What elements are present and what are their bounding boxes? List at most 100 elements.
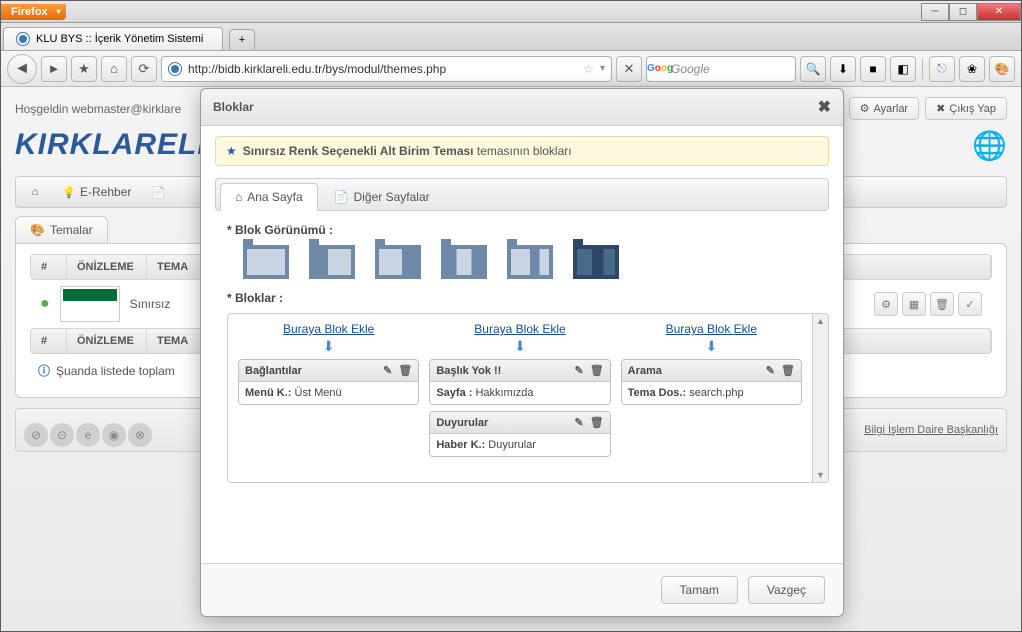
browser-icon-4[interactable]: ◉ — [102, 423, 126, 447]
back-button[interactable]: ◄ — [7, 54, 37, 84]
stop-button[interactable]: ✕ — [616, 56, 642, 82]
browser-icon-2[interactable]: ⊙ — [50, 423, 74, 447]
layout-opt-4[interactable] — [441, 245, 487, 279]
dialog-title: Bloklar — [213, 100, 254, 114]
search-button[interactable]: 🔍 — [800, 56, 826, 82]
site-logo: KIRKLARELİ — [15, 128, 207, 162]
sub-tab-themes[interactable]: 🎨Temalar — [15, 216, 108, 243]
add-block-link-3[interactable]: Buraya Blok Ekle — [666, 322, 757, 336]
layout-opt-5[interactable] — [507, 245, 553, 279]
search-box[interactable]: Goog Google — [646, 56, 796, 82]
row-actions: ⚙ ▦ 🗑 ✓ — [874, 292, 982, 316]
bookmark-button[interactable]: ★ — [71, 56, 97, 82]
theme-thumbnail[interactable] — [60, 286, 120, 322]
reload-button[interactable]: ⟳ — [131, 56, 157, 82]
section-layout-label: * Blok Görünümü : — [227, 223, 829, 237]
delete-icon[interactable]: 🗑 — [781, 364, 795, 377]
logout-button[interactable]: ✖Çıkış Yap — [925, 97, 1007, 120]
blocks-column-3: Buraya Blok Ekle ⬇ Arama ✎🗑 Tema Dos.: s… — [621, 322, 802, 474]
action-delete[interactable]: 🗑 — [930, 292, 954, 316]
blocks-dialog: Bloklar ✖ ★ Sınırsız Renk Seçenekli Alt … — [200, 88, 844, 617]
delete-icon[interactable]: 🗑 — [590, 364, 604, 377]
dialog-body: ★ Sınırsız Renk Seçenekli Alt Birim Tema… — [201, 126, 843, 493]
addon-button-4[interactable]: ❀ — [959, 56, 985, 82]
url-bar[interactable]: http://bidb.kirklareli.edu.tr/bys/modul/… — [161, 56, 612, 82]
block-baglantilar[interactable]: Bağlantılar ✎🗑 Menü K.: Üst Menü — [238, 359, 419, 405]
th-num-2: # — [31, 329, 67, 353]
edit-icon[interactable]: ✎ — [766, 364, 775, 377]
browser-icon-1[interactable]: ⊘ — [24, 423, 48, 447]
favicon-icon — [16, 32, 30, 46]
footer-icons: ⊘ ⊙ e ◉ ⊗ — [24, 423, 152, 447]
browser-tab[interactable]: KLU BYS :: İçerik Yönetim Sistemi — [3, 27, 223, 50]
home-icon: ⌂ — [28, 185, 42, 199]
settings-button[interactable]: ⚙Ayarlar — [849, 97, 920, 120]
forward-button[interactable]: ► — [41, 56, 67, 82]
separator — [922, 59, 923, 79]
new-tab-button[interactable]: + — [229, 29, 255, 50]
th-num: # — [31, 255, 67, 279]
addon-button-3[interactable]: ⎋ — [929, 56, 955, 82]
nav-item-home[interactable]: ⌂ — [22, 183, 48, 201]
tab-diger-sayfalar[interactable]: 📄Diğer Sayfalar — [320, 183, 444, 210]
minimize-button[interactable]: ─ — [921, 3, 949, 21]
nav-item-erehber[interactable]: 💡E-Rehber — [56, 183, 137, 201]
delete-icon[interactable]: 🗑 — [398, 364, 412, 377]
home-button[interactable]: ⌂ — [101, 56, 127, 82]
window-controls: ─ ◻ ✕ — [921, 3, 1021, 21]
delete-icon[interactable]: 🗑 — [590, 416, 604, 429]
banner-text: Sınırsız Renk Seçenekli Alt Birim Teması… — [243, 144, 572, 158]
info-icon: ⓘ — [38, 362, 50, 379]
pages-icon: 📄 — [334, 190, 349, 204]
footer-link[interactable]: Bilgi İşlem Daire Başkanlığı — [864, 424, 998, 436]
addon-button-5[interactable]: 🎨 — [989, 56, 1015, 82]
download-button[interactable]: ⬇ — [830, 56, 856, 82]
block-arama[interactable]: Arama ✎🗑 Tema Dos.: search.php — [621, 359, 802, 405]
page-icon: 📄 — [151, 185, 165, 199]
block-header: Başlık Yok !! ✎🗑 — [430, 360, 609, 382]
block-duyurular[interactable]: Duyurular ✎🗑 Haber K.: Duyurular — [429, 411, 610, 457]
add-block-link-2[interactable]: Buraya Blok Ekle — [474, 322, 565, 336]
th-preview: ÖNİZLEME — [67, 255, 147, 279]
info-banner: ★ Sınırsız Renk Seçenekli Alt Birim Tema… — [215, 136, 829, 166]
arrow-down-icon: ⬇ — [323, 338, 335, 355]
block-baslik-yok[interactable]: Başlık Yok !! ✎🗑 Sayfa : Hakkımızda — [429, 359, 610, 405]
edit-icon[interactable]: ✎ — [574, 364, 583, 377]
blocks-area: Buraya Blok Ekle ⬇ Bağlantılar ✎🗑 Menü K… — [227, 313, 829, 483]
close-window-button[interactable]: ✕ — [977, 3, 1021, 21]
titlebar: Firefox ─ ◻ ✕ — [1, 1, 1021, 23]
layout-opt-1[interactable] — [243, 245, 289, 279]
addon-button-2[interactable]: ◧ — [890, 56, 916, 82]
layout-opt-6-selected[interactable] — [573, 245, 619, 279]
nav-toolbar: ◄ ► ★ ⌂ ⟳ http://bidb.kirklareli.edu.tr/… — [1, 51, 1021, 87]
dialog-close-button[interactable]: ✖ — [818, 97, 831, 117]
layout-opt-3[interactable] — [375, 245, 421, 279]
tab-ana-sayfa[interactable]: ⌂Ana Sayfa — [220, 183, 318, 211]
addon-button-1[interactable]: ■ — [860, 56, 886, 82]
url-dropdown-icon[interactable]: ▾ — [600, 63, 605, 74]
maximize-button[interactable]: ◻ — [949, 3, 977, 21]
browser-icon-5[interactable]: ⊗ — [128, 423, 152, 447]
browser-icon-3[interactable]: e — [76, 423, 100, 447]
arrow-down-icon: ⬇ — [514, 338, 526, 355]
firefox-menu-button[interactable]: Firefox — [1, 4, 66, 20]
nav-item-more[interactable]: 📄 — [145, 183, 171, 201]
bookmark-star-icon[interactable]: ☆ — [583, 62, 594, 76]
action-grid[interactable]: ▦ — [902, 292, 926, 316]
blocks-scrollbar[interactable] — [812, 314, 828, 482]
edit-icon[interactable]: ✎ — [383, 364, 392, 377]
action-check[interactable]: ✓ — [958, 292, 982, 316]
cancel-button[interactable]: Vazgeç — [748, 576, 825, 604]
tabs-bar: KLU BYS :: İçerik Yönetim Sistemi + — [1, 23, 1021, 51]
action-gear[interactable]: ⚙ — [874, 292, 898, 316]
add-block-link-1[interactable]: Buraya Blok Ekle — [283, 322, 374, 336]
info-text: Şuanda listede toplam — [56, 364, 175, 378]
edit-icon[interactable]: ✎ — [574, 416, 583, 429]
layout-opt-2[interactable] — [309, 245, 355, 279]
blocks-column-1: Buraya Blok Ekle ⬇ Bağlantılar ✎🗑 Menü K… — [238, 322, 419, 474]
tab-title: KLU BYS :: İçerik Yönetim Sistemi — [36, 33, 203, 45]
dialog-footer: Tamam Vazgeç — [201, 563, 843, 616]
block-header: Arama ✎🗑 — [622, 360, 801, 382]
blocks-column-2: Buraya Blok Ekle ⬇ Başlık Yok !! ✎🗑 Sayf… — [429, 322, 610, 474]
ok-button[interactable]: Tamam — [661, 576, 738, 604]
